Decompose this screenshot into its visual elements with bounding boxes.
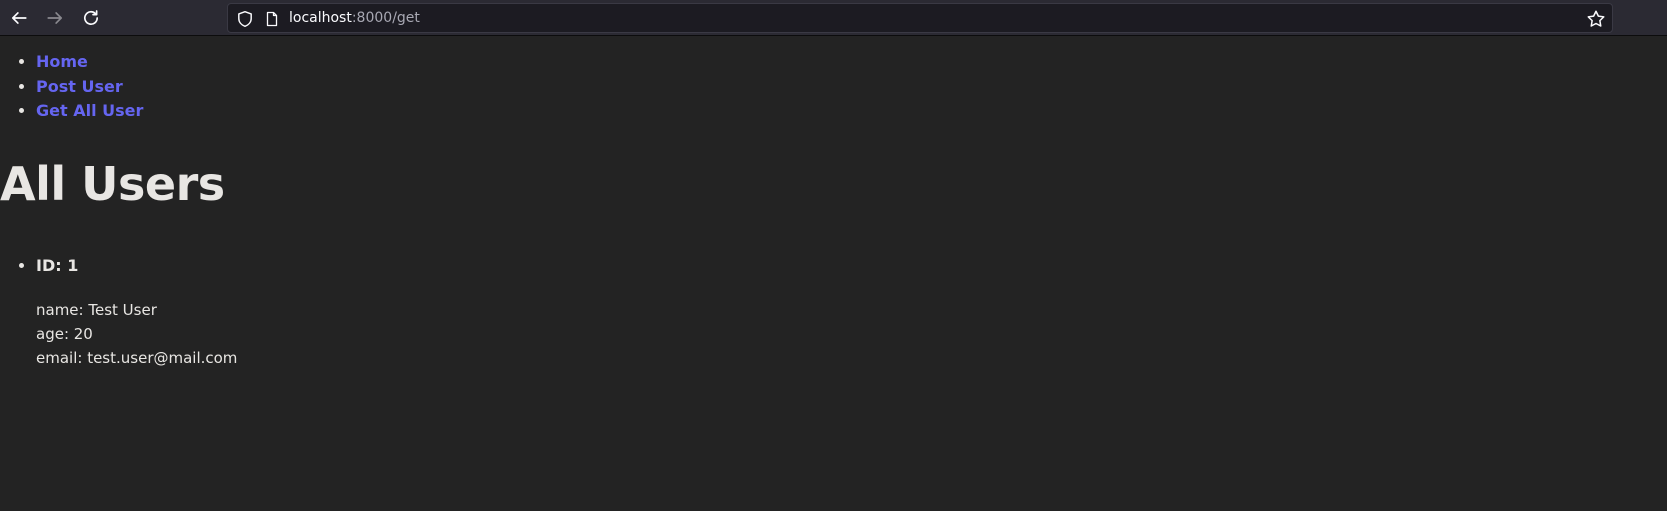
user-email: email: test.user@mail.com (36, 349, 238, 367)
address-bar[interactable]: localhost:8000/get (227, 3, 1613, 33)
url-host: localhost (289, 10, 352, 26)
forward-button[interactable] (41, 4, 69, 32)
back-button[interactable] (5, 4, 33, 32)
nav-item-get-all-user: Get All User (36, 99, 143, 124)
url-path: :8000/get (351, 10, 420, 26)
page-title: All Users (0, 157, 225, 211)
get-all-user-link[interactable]: Get All User (36, 101, 143, 120)
page-content: Home Post User Get All User All Users ID… (0, 36, 1667, 511)
nav-list: Home Post User Get All User (0, 50, 143, 124)
shield-icon[interactable] (236, 10, 254, 28)
home-link[interactable]: Home (36, 52, 88, 71)
user-id: ID: 1 (36, 256, 79, 275)
user-item: ID: 1 name: Test User age: 20 email: tes… (36, 254, 237, 370)
arrow-right-icon (47, 12, 63, 24)
browser-toolbar: localhost:8000/get (0, 0, 1667, 36)
user-age: age: 20 (36, 325, 93, 343)
user-details: name: Test User age: 20 email: test.user… (36, 298, 237, 370)
nav-item-post-user: Post User (36, 75, 143, 100)
arrow-left-icon (11, 12, 27, 24)
bookmark-star-icon[interactable] (1586, 9, 1606, 29)
post-user-link[interactable]: Post User (36, 77, 123, 96)
page-icon[interactable] (264, 11, 280, 27)
url-text[interactable]: localhost:8000/get (289, 10, 420, 27)
user-name: name: Test User (36, 301, 157, 319)
reload-icon (83, 10, 99, 25)
users-list: ID: 1 name: Test User age: 20 email: tes… (0, 254, 237, 370)
nav-item-home: Home (36, 50, 143, 75)
reload-button[interactable] (77, 4, 105, 32)
